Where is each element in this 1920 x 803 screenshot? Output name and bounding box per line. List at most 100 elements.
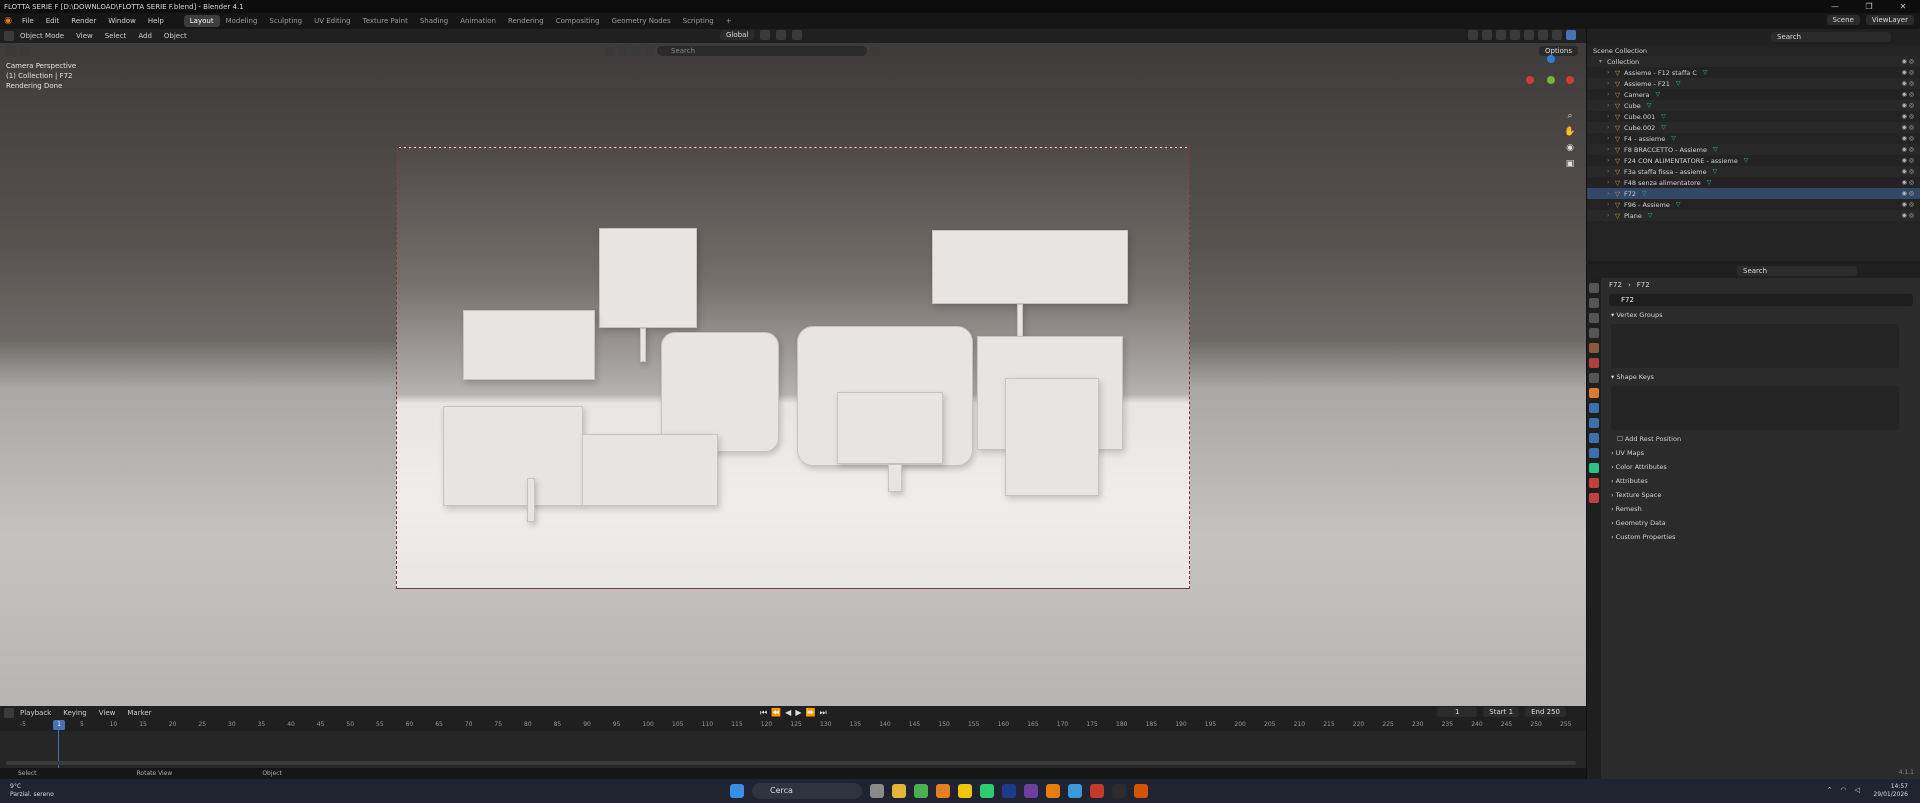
x-axis-negative-icon[interactable] [1526, 76, 1534, 84]
custom-properties-panel-header[interactable]: › Custom Properties [1605, 530, 1917, 544]
end-frame-field[interactable]: End 250 [1525, 707, 1566, 717]
mesh-data-icon[interactable]: ▽ [1744, 157, 1749, 164]
next-key-icon[interactable]: ⏩ [805, 708, 815, 718]
mesh-data-icon[interactable]: ▽ [1661, 124, 1666, 131]
expand-icon[interactable]: › [1607, 212, 1615, 219]
material-shading-icon[interactable] [1552, 30, 1562, 40]
funnel-icon[interactable] [870, 46, 880, 56]
add-workspace-button[interactable]: + [720, 15, 738, 27]
blender-logo-icon[interactable]: ◉ [0, 16, 16, 26]
photoshop-icon[interactable] [1002, 784, 1016, 798]
visibility-toggle-icon[interactable]: ◉ ◎ [1902, 80, 1914, 87]
menu-select[interactable]: Select [99, 32, 133, 40]
navigation-gizmo[interactable] [1526, 55, 1576, 105]
expand-icon[interactable]: › [1607, 201, 1615, 208]
taskbar-search[interactable]: Cerca [752, 783, 862, 799]
render-tab-icon[interactable] [1589, 298, 1599, 308]
tab-shading[interactable]: Shading [414, 15, 454, 27]
chrome-icon[interactable] [914, 784, 928, 798]
select-box-icon[interactable] [6, 46, 16, 56]
playhead[interactable]: 1 [53, 720, 65, 730]
color-attributes-panel-header[interactable]: › Color Attributes [1605, 460, 1917, 474]
mesh-data-icon[interactable]: ▽ [1647, 102, 1652, 109]
lock-icon[interactable]: ▣ [1564, 159, 1576, 171]
menu-add[interactable]: Add [132, 32, 158, 40]
task-view-icon[interactable] [870, 784, 884, 798]
linear-floodlight-model[interactable] [932, 230, 1128, 304]
outliner-item[interactable]: › ▽ F72 ▽ ◉ ◎ [1587, 188, 1920, 199]
edge-icon[interactable] [1068, 784, 1082, 798]
pan-hand-icon[interactable]: ✋ [1564, 127, 1576, 139]
floodlight-model[interactable] [463, 310, 595, 380]
outliner-item[interactable]: › ▽ Assieme - F21 ▽ ◉ ◎ [1587, 78, 1920, 89]
attributes-panel-header[interactable]: › Attributes [1605, 474, 1917, 488]
mesh-data-icon[interactable]: ▽ [1713, 146, 1718, 153]
outliner-item[interactable]: › ▽ F48 senza alimentatore ▽ ◉ ◎ [1587, 177, 1920, 188]
scene-field[interactable]: Scene [1826, 15, 1860, 25]
camera-view-icon[interactable]: ◉ [1564, 143, 1576, 155]
jump-end-icon[interactable]: ⏭ [819, 708, 826, 718]
floodlight-model[interactable] [1005, 378, 1099, 496]
menu-timeline-view[interactable]: View [93, 709, 122, 717]
mesh-data-icon[interactable]: ▽ [1676, 201, 1681, 208]
mode-dropdown[interactable]: Object Mode [14, 32, 70, 40]
outliner-item[interactable]: › ▽ F8 BRACCETTO - Assieme ▽ ◉ ◎ [1587, 144, 1920, 155]
expand-icon[interactable]: › [1607, 102, 1615, 109]
shape-keys-panel-header[interactable]: ▾ Shape Keys [1605, 370, 1917, 384]
gizmo-icon[interactable] [1482, 30, 1492, 40]
close-button[interactable]: ✕ [1886, 0, 1920, 13]
visibility-toggle-icon[interactable]: ◉ ◎ [1902, 201, 1914, 208]
mesh-data-icon[interactable]: ▽ [1713, 168, 1718, 175]
floodlight-stand[interactable] [1017, 304, 1023, 338]
illustrator-icon[interactable] [936, 784, 950, 798]
expand-icon[interactable]: › [1607, 157, 1615, 164]
frame-ruler[interactable]: -515101520253035404550556065707580859095… [0, 720, 1586, 731]
output-tab-icon[interactable] [1589, 313, 1599, 323]
snap-icon[interactable] [776, 30, 787, 40]
outliner-item[interactable]: › ▽ F3a staffa fissa - assieme ▽ ◉ ◎ [1587, 166, 1920, 177]
filter-icon[interactable] [605, 46, 615, 56]
editor-type-icon[interactable] [4, 31, 14, 41]
mesh-data-icon[interactable]: ▽ [1661, 113, 1666, 120]
visibility-toggle-icon[interactable]: ◉ ◎ [1902, 179, 1914, 186]
vertex-groups-panel-header[interactable]: ▾ Vertex Groups [1605, 308, 1917, 322]
solid-shading-icon[interactable] [1538, 30, 1548, 40]
outliner-search-input[interactable]: Search [1771, 32, 1891, 42]
scene-tab-icon[interactable] [1589, 343, 1599, 353]
pivot-icon[interactable] [760, 30, 771, 40]
timeline-editor-icon[interactable] [4, 708, 14, 718]
expand-icon[interactable]: › [1607, 69, 1615, 76]
timeline[interactable]: -515101520253035404550556065707580859095… [0, 720, 1586, 768]
select-mode-icon[interactable] [20, 46, 30, 56]
indesign-icon[interactable] [1090, 784, 1104, 798]
material-tab-icon[interactable] [1589, 478, 1599, 488]
floodlight-model[interactable] [599, 228, 697, 328]
proportional-edit-icon[interactable] [792, 30, 803, 40]
mesh-data-icon[interactable]: ▽ [1656, 91, 1661, 98]
overlay-icon[interactable] [1496, 30, 1506, 40]
visibility-toggle-icon[interactable]: ◉ ◎ [1902, 190, 1914, 197]
outliner-item[interactable]: › ▽ F24 CON ALIMENTATORE - assieme ▽ ◉ ◎ [1587, 155, 1920, 166]
mesh-data-icon[interactable]: ▽ [1703, 69, 1708, 76]
physics-tab-icon[interactable] [1589, 433, 1599, 443]
visibility-toggle-icon[interactable]: ◉ ◎ [1902, 157, 1914, 164]
current-frame-field[interactable]: 1 [1437, 707, 1478, 717]
visibility-toggle-icon[interactable]: ◉ ◎ [1902, 124, 1914, 131]
floodlight-model[interactable] [443, 406, 583, 506]
outliner-item[interactable]: › ▽ Cube ▽ ◉ ◎ [1587, 100, 1920, 111]
tab-geometry-nodes[interactable]: Geometry Nodes [606, 15, 677, 27]
expand-icon[interactable]: › [1607, 135, 1615, 142]
xray-icon[interactable] [1510, 30, 1520, 40]
weather-widget[interactable]: 9°C Parzial. sereno [10, 783, 54, 799]
add-rest-position-checkbox[interactable]: ☐ Add Rest Position [1605, 432, 1917, 446]
tab-modeling[interactable]: Modeling [220, 15, 264, 27]
outliner-item[interactable]: › ▽ Camera ▽ ◉ ◎ [1587, 89, 1920, 100]
outliner-item[interactable]: › ▽ Cube.002 ▽ ◉ ◎ [1587, 122, 1920, 133]
3d-viewport[interactable]: Search Options Camera Perspective (1) Co… [0, 43, 1586, 706]
tool-tab-icon[interactable] [1589, 283, 1599, 293]
view-layer-field[interactable]: ViewLayer [1865, 15, 1914, 25]
z-axis-icon[interactable] [1547, 55, 1555, 63]
expand-icon[interactable]: › [1607, 146, 1615, 153]
particles-tab-icon[interactable] [1589, 418, 1599, 428]
visibility-icon[interactable] [1468, 30, 1478, 40]
